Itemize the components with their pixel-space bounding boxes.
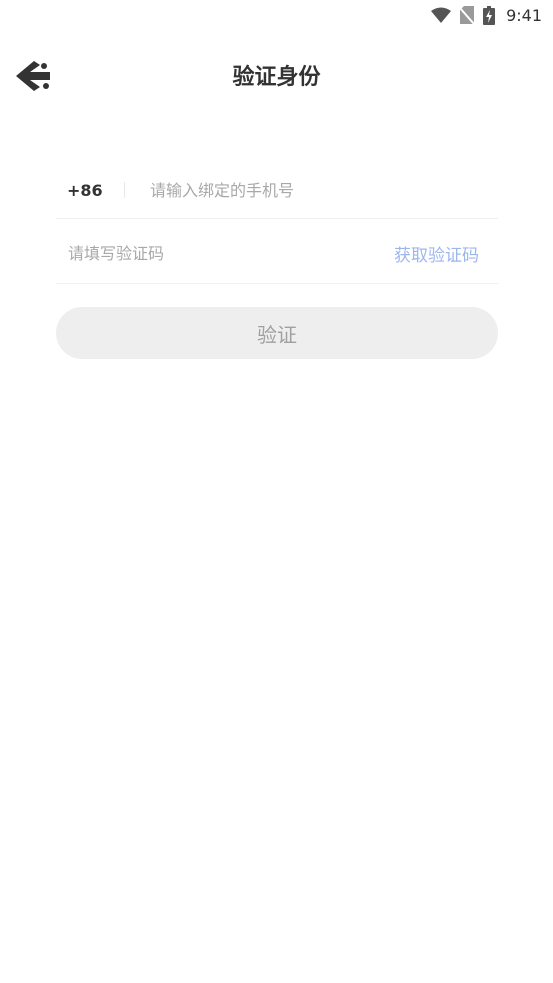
verify-identity-screen: 9:41 验证身份 +86 获取验证码 验证 bbox=[0, 0, 553, 983]
get-code-button[interactable]: 获取验证码 bbox=[394, 241, 498, 266]
page-title: 验证身份 bbox=[232, 65, 321, 90]
wifi-icon bbox=[431, 7, 452, 23]
status-bar: 9:41 bbox=[0, 0, 553, 30]
back-button[interactable] bbox=[10, 56, 58, 100]
verify-button[interactable]: 验证 bbox=[56, 307, 498, 359]
phone-row: +86 bbox=[56, 162, 498, 219]
verification-code-input[interactable] bbox=[56, 233, 394, 273]
code-row: 获取验证码 bbox=[56, 223, 498, 284]
phone-input[interactable] bbox=[125, 170, 498, 210]
status-time: 9:41 bbox=[506, 5, 542, 25]
back-arrow-icon bbox=[14, 57, 54, 99]
header: 验证身份 bbox=[0, 50, 553, 106]
country-code-selector[interactable]: +86 bbox=[56, 181, 112, 200]
no-sim-icon bbox=[460, 6, 475, 24]
verify-form: +86 获取验证码 bbox=[56, 162, 498, 284]
battery-charging-icon bbox=[483, 5, 496, 25]
